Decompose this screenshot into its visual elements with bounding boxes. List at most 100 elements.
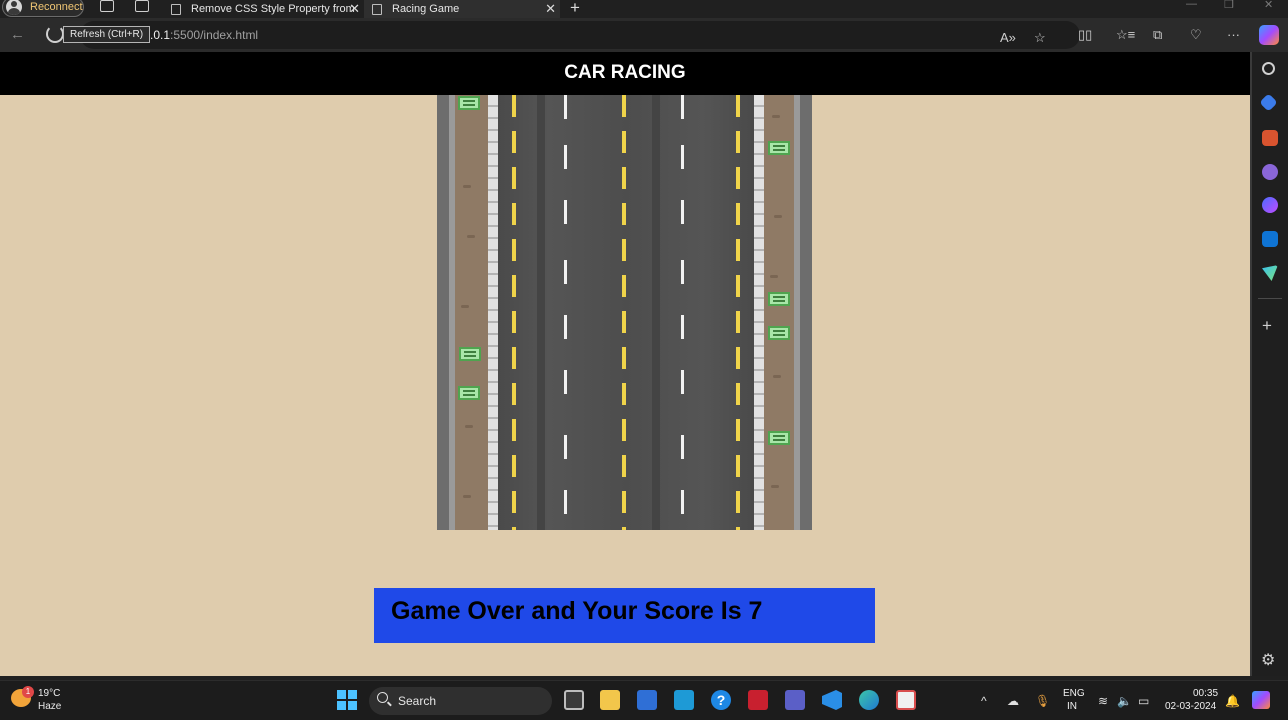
volume-icon[interactable]: 🔈 <box>1117 694 1132 708</box>
teams-icon[interactable] <box>785 690 805 710</box>
tab-title: Remove CSS Style Property from <box>191 3 355 15</box>
people-icon[interactable] <box>1262 164 1278 180</box>
app-icon[interactable] <box>674 690 694 710</box>
wifi-icon[interactable]: ≋ <box>1098 694 1108 708</box>
tab-actions-icon[interactable] <box>135 0 149 12</box>
bench-sign <box>768 292 790 306</box>
pebble <box>774 215 782 218</box>
profile-label: Reconnect <box>30 1 83 13</box>
lane-dash-white <box>681 95 684 119</box>
file-explorer-icon[interactable] <box>600 690 620 710</box>
guard-rail-right <box>754 95 764 530</box>
lane-dash-white <box>564 435 567 459</box>
favorite-star-icon[interactable]: ☆ <box>1034 30 1046 46</box>
pebble <box>771 485 779 488</box>
page-header: CAR RACING <box>0 52 1250 95</box>
window-close-icon[interactable]: ✕ <box>1264 0 1273 11</box>
bench-sign <box>458 386 480 400</box>
bench-sign <box>768 141 790 155</box>
add-icon[interactable]: + <box>1262 316 1272 336</box>
guard-rail-left <box>488 95 498 530</box>
tab-racing-game[interactable]: Racing Game ✕ <box>364 0 560 18</box>
edge-icon[interactable] <box>859 690 879 710</box>
pebble <box>463 495 471 498</box>
lane-dash-white <box>681 435 684 459</box>
outlook-icon[interactable] <box>1262 231 1278 247</box>
lane-dash-white <box>681 145 684 169</box>
copilot-icon[interactable] <box>1262 197 1278 213</box>
store-icon[interactable] <box>637 690 657 710</box>
microphone-icon[interactable]: 🎙 <box>1035 694 1050 708</box>
read-aloud-icon[interactable]: A» <box>1000 30 1016 45</box>
clock-time[interactable]: 00:35 <box>1193 688 1218 699</box>
tire-track <box>652 95 660 530</box>
tab-title: Racing Game <box>392 3 460 15</box>
copilot-icon[interactable] <box>1259 25 1279 45</box>
language-line1[interactable]: ENG <box>1063 688 1085 699</box>
onedrive-icon[interactable]: ☁ <box>1007 694 1019 708</box>
bench-sign <box>768 326 790 340</box>
sidewalk-left <box>455 95 488 530</box>
refresh-tooltip: Refresh (Ctrl+R) <box>63 26 151 43</box>
maximize-icon[interactable]: ❐ <box>1224 0 1234 11</box>
edge-sidebar: + ⚙ <box>1252 52 1288 676</box>
lane-line-yellow <box>622 95 626 530</box>
chevron-up-icon[interactable]: ^ <box>981 694 987 708</box>
snipping-tool-icon[interactable] <box>896 690 916 710</box>
tag-icon[interactable] <box>1259 93 1278 112</box>
page-icon <box>372 3 382 15</box>
more-menu-icon[interactable]: ··· <box>1227 27 1240 42</box>
taskbar-search[interactable]: Search <box>369 687 552 715</box>
clock-date[interactable]: 02-03-2024 <box>1165 701 1216 712</box>
lane-dash-white <box>681 260 684 284</box>
tab-strip: Reconnect Remove CSS Style Property from… <box>0 0 1288 18</box>
sidebar-divider <box>1258 298 1282 299</box>
pebble <box>770 275 778 278</box>
workspaces-icon[interactable] <box>100 0 114 12</box>
help-icon[interactable]: ? <box>711 690 731 710</box>
battery-icon[interactable]: ▭ <box>1138 694 1149 708</box>
lane-dash-white <box>564 260 567 284</box>
profile-button[interactable]: Reconnect <box>2 0 84 17</box>
lane-dash-white <box>681 490 684 514</box>
page-icon <box>171 3 181 15</box>
vscode-icon[interactable] <box>822 690 842 710</box>
refresh-icon[interactable] <box>46 25 64 43</box>
send-icon[interactable] <box>1262 265 1278 281</box>
road-edge-left <box>437 95 449 530</box>
notification-bell-icon[interactable]: 🔔 <box>1225 694 1240 708</box>
close-icon[interactable]: ✕ <box>545 1 556 17</box>
pebble <box>773 375 781 378</box>
bench-sign <box>768 431 790 445</box>
pebble <box>465 425 473 428</box>
minimize-icon[interactable]: — <box>1186 0 1197 10</box>
close-icon[interactable]: ✕ <box>349 1 360 17</box>
settings-icon[interactable]: ⚙ <box>1261 650 1275 670</box>
road-edge-right-line <box>794 95 800 530</box>
lane-dash-white <box>564 315 567 339</box>
tab-remove-css[interactable]: Remove CSS Style Property from ✕ <box>165 0 360 18</box>
lane-line-yellow <box>512 95 516 530</box>
mcafee-icon[interactable] <box>748 690 768 710</box>
browser-essentials-icon[interactable]: ♡ <box>1190 27 1202 43</box>
task-view-icon[interactable] <box>564 690 584 710</box>
game-over-text: Game Over and Your Score Is 7 <box>391 597 763 625</box>
split-screen-icon[interactable]: ▯▯ <box>1078 27 1092 43</box>
search-icon[interactable] <box>1262 62 1275 75</box>
toolbox-icon[interactable] <box>1262 130 1278 146</box>
search-icon <box>377 692 388 703</box>
start-button[interactable] <box>337 690 357 710</box>
favorites-icon[interactable]: ☆≡ <box>1116 27 1135 43</box>
back-arrow-icon[interactable]: ← <box>10 26 25 43</box>
pebble <box>772 115 780 118</box>
navigation-bar: ← i 127.0.0.1:5500/index.html 127.0.0.1 … <box>0 18 1288 52</box>
weather-temperature[interactable]: 19°C <box>38 688 60 699</box>
lane-dash-white <box>681 200 684 224</box>
taskbar-search-label: Search <box>398 694 437 708</box>
new-tab-button[interactable]: + <box>570 0 580 18</box>
collections-icon[interactable]: ⧉ <box>1153 27 1162 43</box>
language-line2[interactable]: IN <box>1067 701 1077 712</box>
copilot-taskbar-icon[interactable] <box>1252 691 1270 709</box>
address-bar[interactable]: i 127.0.0.1:5500/index.html 127.0.0.1 A»… <box>80 21 1080 49</box>
weather-condition[interactable]: Haze <box>38 701 61 712</box>
